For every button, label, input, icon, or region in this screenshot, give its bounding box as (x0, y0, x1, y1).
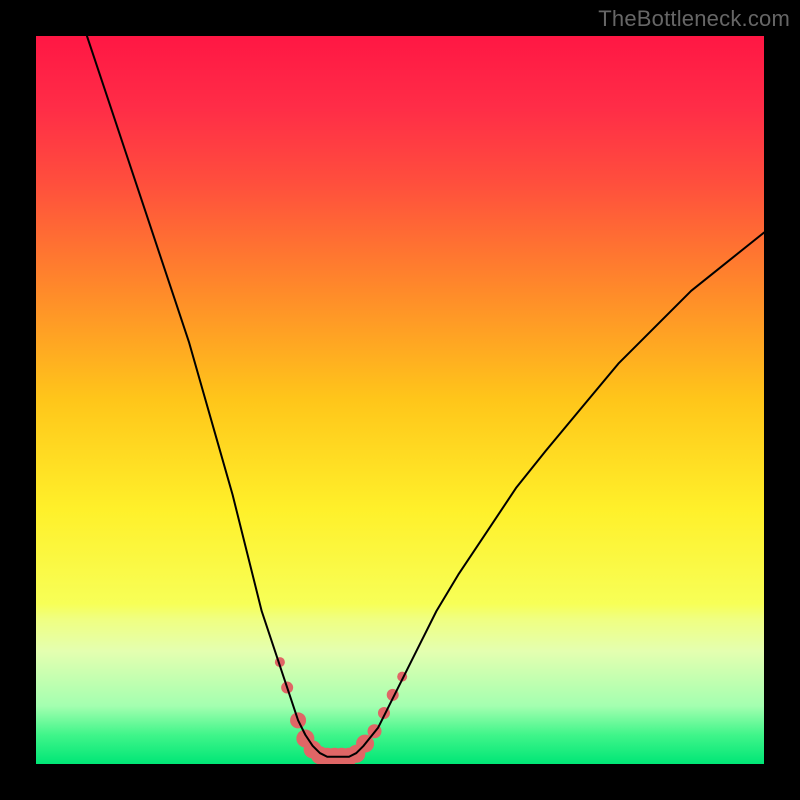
outer-frame: TheBottleneck.com (0, 0, 800, 800)
bottleneck-chart (36, 36, 764, 764)
watermark-text: TheBottleneck.com (598, 6, 790, 32)
chart-background (36, 36, 764, 764)
